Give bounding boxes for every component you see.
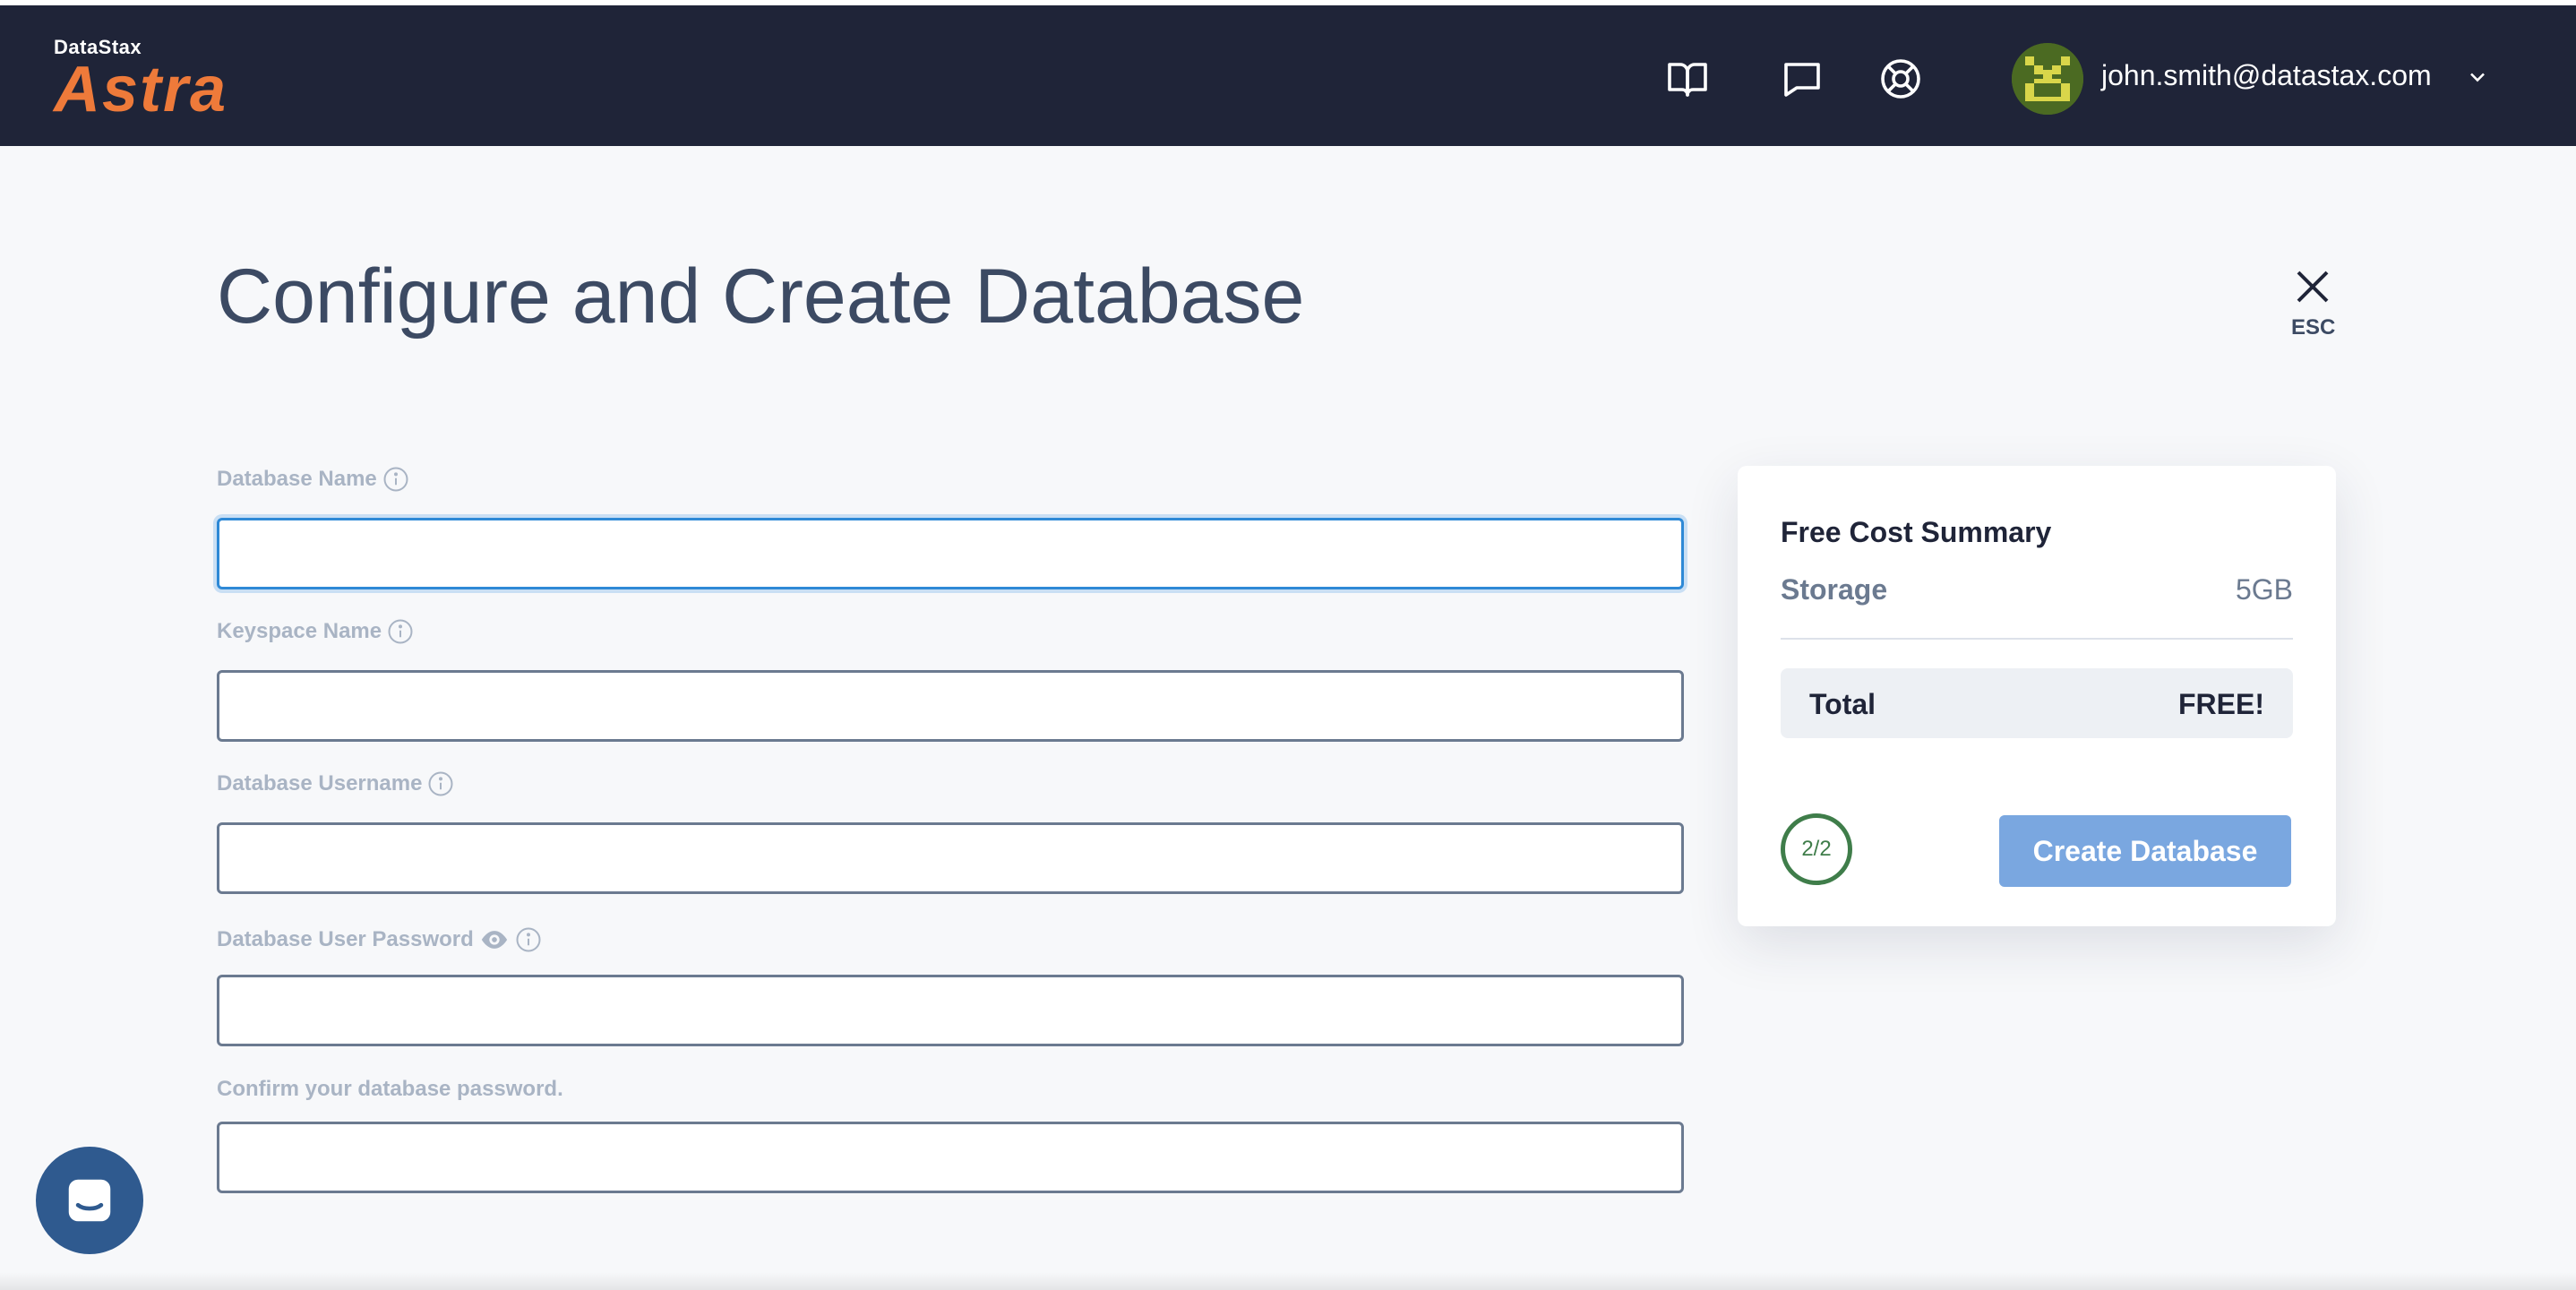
chevron-down-icon[interactable]: [2465, 64, 2490, 90]
database-password-input[interactable]: [217, 975, 1684, 1046]
eye-icon[interactable]: [479, 928, 510, 951]
close-icon[interactable]: [2291, 265, 2334, 308]
user-avatar[interactable]: [2012, 43, 2083, 115]
info-icon[interactable]: [427, 770, 454, 797]
total-row: Total FREE!: [1781, 668, 2293, 738]
database-username-label: Database Username: [217, 770, 454, 797]
page-title: Configure and Create Database: [217, 254, 1305, 340]
database-password-label-text: Database User Password: [217, 927, 474, 951]
user-email[interactable]: john.smith@datastax.com: [2101, 59, 2432, 92]
info-icon[interactable]: [387, 618, 414, 645]
logo-astra-text: Astra: [54, 54, 228, 125]
total-label: Total: [1809, 688, 1876, 720]
summary-title: Free Cost Summary: [1781, 516, 2052, 548]
confirm-password-input[interactable]: [217, 1122, 1684, 1193]
info-icon[interactable]: [515, 926, 542, 953]
keyspace-name-label-text: Keyspace Name: [217, 619, 382, 643]
database-username-input[interactable]: [217, 822, 1684, 894]
database-name-label: Database Name: [217, 466, 409, 493]
book-icon[interactable]: [1666, 57, 1709, 100]
chat-icon[interactable]: [1781, 57, 1824, 100]
cost-summary-card: Free Cost Summary Storage 5GB Total FREE…: [1738, 466, 2336, 926]
astra-logo[interactable]: DataStax Astra: [54, 36, 228, 125]
storage-value: 5GB: [2235, 573, 2293, 606]
top-navigation-bar: DataStax Astra john.smith@datastax.com: [0, 0, 2576, 146]
total-value: FREE!: [2178, 688, 2264, 720]
step-progress-indicator: 2/2: [1781, 813, 1852, 885]
confirm-password-label: Confirm your database password.: [217, 1077, 563, 1102]
create-database-button[interactable]: Create Database: [1999, 815, 2291, 887]
keyspace-name-label: Keyspace Name: [217, 618, 414, 645]
storage-label: Storage: [1781, 573, 1888, 606]
database-password-label: Database User Password: [217, 926, 542, 953]
chat-launcher-button[interactable]: [36, 1147, 143, 1254]
database-name-label-text: Database Name: [217, 467, 377, 491]
keyspace-name-input[interactable]: [217, 670, 1684, 742]
bottom-shadow: [0, 1272, 2576, 1290]
database-name-input[interactable]: [217, 518, 1684, 589]
support-icon[interactable]: [1879, 57, 1922, 100]
info-icon[interactable]: [382, 466, 409, 493]
summary-divider: [1781, 638, 2293, 640]
chat-bubble-icon: [68, 1179, 111, 1222]
database-username-label-text: Database Username: [217, 771, 423, 796]
confirm-password-label-text: Confirm your database password.: [217, 1077, 563, 1101]
esc-label: ESC: [2291, 315, 2336, 340]
